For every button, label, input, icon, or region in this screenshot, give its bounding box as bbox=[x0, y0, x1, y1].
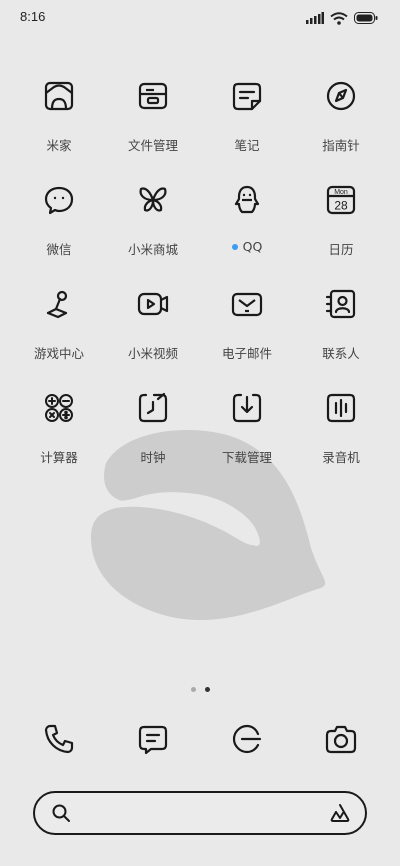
dock-camera[interactable] bbox=[324, 722, 358, 756]
battery-icon bbox=[354, 12, 378, 24]
recorder-icon bbox=[324, 391, 358, 425]
mail-icon bbox=[230, 287, 264, 321]
calendar-month: Mon bbox=[334, 189, 348, 196]
app-downloads[interactable]: 下载管理 bbox=[200, 382, 294, 478]
calendar-day: 28 bbox=[334, 199, 348, 213]
app-calendar[interactable]: Mon 28 日历 bbox=[294, 174, 388, 270]
app-label: 笔记 bbox=[234, 138, 260, 153]
notification-badge bbox=[231, 243, 238, 250]
app-label: 小米商城 bbox=[127, 242, 178, 257]
app-label: 米家 bbox=[46, 138, 72, 153]
wifi-icon bbox=[330, 11, 348, 25]
status-bar: 8:16 bbox=[0, 0, 400, 36]
search-bar[interactable] bbox=[33, 791, 367, 835]
clock-icon bbox=[136, 391, 170, 425]
status-icons bbox=[306, 10, 378, 26]
app-label: 下载管理 bbox=[221, 450, 272, 465]
app-compass[interactable]: 指南针 bbox=[294, 70, 388, 166]
app-label: 电子邮件 bbox=[221, 346, 272, 361]
search-icon bbox=[52, 804, 70, 822]
app-label: 联系人 bbox=[322, 346, 360, 361]
app-file-manager[interactable]: 文件管理 bbox=[106, 70, 200, 166]
status-time: 8:16 bbox=[20, 9, 46, 24]
app-notes[interactable]: 笔记 bbox=[200, 70, 294, 166]
calendar-icon: Mon 28 bbox=[324, 183, 358, 217]
app-clock[interactable]: 时钟 bbox=[106, 382, 200, 478]
dock-browser[interactable] bbox=[230, 722, 264, 756]
app-qq[interactable]: QQ bbox=[200, 174, 294, 270]
app-label: 小米视频 bbox=[127, 346, 178, 361]
app-label: 游戏中心 bbox=[33, 346, 84, 361]
joystick-icon bbox=[42, 287, 76, 321]
browser-icon bbox=[232, 724, 262, 754]
app-label: 指南针 bbox=[322, 138, 360, 153]
compass-icon bbox=[324, 79, 358, 113]
phone-icon bbox=[44, 724, 74, 754]
folder-icon bbox=[136, 79, 170, 113]
home-frame-icon bbox=[42, 79, 76, 113]
contacts-icon bbox=[324, 287, 358, 321]
notes-icon bbox=[230, 79, 264, 113]
app-label: 日历 bbox=[328, 242, 354, 257]
app-label: 时钟 bbox=[140, 450, 166, 465]
app-contacts[interactable]: 联系人 bbox=[294, 278, 388, 374]
wechat-icon bbox=[42, 183, 76, 217]
dock bbox=[0, 722, 400, 762]
app-recorder[interactable]: 录音机 bbox=[294, 382, 388, 478]
butterfly-icon bbox=[136, 183, 170, 217]
app-label: 微信 bbox=[46, 242, 72, 257]
app-mijia[interactable]: 米家 bbox=[12, 70, 106, 166]
app-mi-store[interactable]: 小米商城 bbox=[106, 174, 200, 270]
app-email[interactable]: 电子邮件 bbox=[200, 278, 294, 374]
calculator-icon bbox=[42, 391, 76, 425]
app-label: 文件管理 bbox=[127, 138, 178, 153]
video-icon bbox=[136, 287, 170, 321]
dock-messages[interactable] bbox=[136, 722, 170, 756]
qq-penguin-icon bbox=[230, 183, 264, 217]
dock-phone[interactable] bbox=[42, 722, 76, 756]
assistant-icon[interactable] bbox=[329, 802, 351, 824]
page-indicator bbox=[0, 687, 400, 692]
page-dot-2[interactable] bbox=[204, 687, 210, 692]
messages-icon bbox=[138, 725, 168, 755]
app-label: QQ bbox=[231, 239, 263, 254]
app-game-center[interactable]: 游戏中心 bbox=[12, 278, 106, 374]
page-dot-1[interactable] bbox=[190, 687, 196, 692]
app-label: 录音机 bbox=[322, 450, 360, 465]
download-icon bbox=[230, 391, 264, 425]
app-label-text: QQ bbox=[242, 239, 263, 254]
app-mi-video[interactable]: 小米视频 bbox=[106, 278, 200, 374]
camera-icon bbox=[325, 725, 357, 754]
signal-icon bbox=[306, 12, 324, 24]
app-calculator[interactable]: 计算器 bbox=[12, 382, 106, 478]
app-wechat[interactable]: 微信 bbox=[12, 174, 106, 270]
app-label: 计算器 bbox=[40, 450, 78, 465]
